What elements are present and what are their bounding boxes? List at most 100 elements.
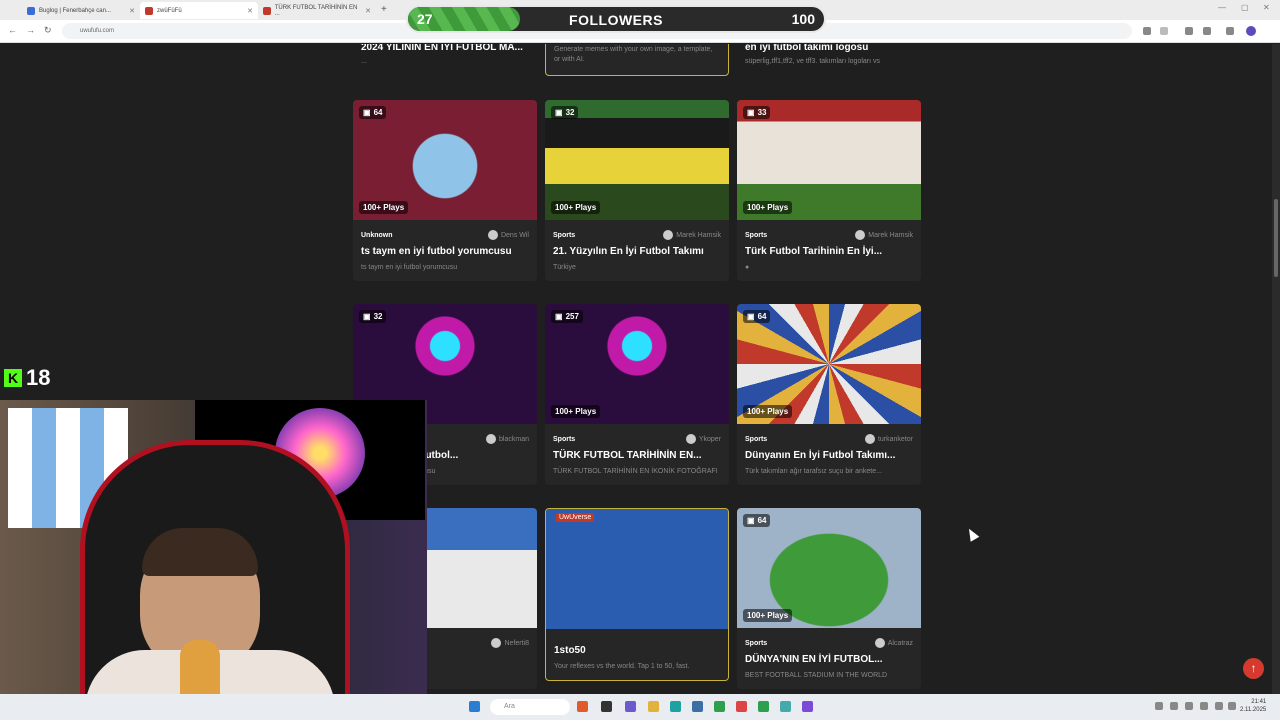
vote-count-pill: ▣ 64 [743,514,771,527]
card-author[interactable]: Marek Hamsik [855,230,913,240]
card-title: 21. Yüzyılın En İyi Futbol Takımı [553,246,704,257]
sidepanel-icon[interactable] [1203,27,1211,35]
wifi-icon[interactable] [1215,702,1223,710]
card-author[interactable]: Ykoper [685,434,721,444]
taskbar-app-icon[interactable] [780,701,791,712]
new-tab-button[interactable]: + [381,4,387,15]
game-card[interactable]: UwUverse 1sto50 Your reflexes vs the world… [545,508,729,681]
card-author[interactable]: Alcatraz [874,638,913,648]
webcam-overlay [0,400,427,720]
card-category: Sports [553,231,576,239]
card-thumbnail: ▣ 64 100+ Plays [737,304,921,424]
user-avatar-icon [486,434,497,444]
vote-count-pill: ▣ 32 [359,310,387,323]
plays-badge: 100+ Plays [359,201,409,214]
card-author[interactable]: Marek Hamsik [663,230,721,240]
vote-count-pill: ▣ 32 [551,106,579,119]
game-card[interactable]: ▣ 257 100+ Plays Sports Ykoper TÜRK FUTBOL TA… [545,304,729,485]
download-icon[interactable] [1226,27,1234,35]
cards-stack-icon: ▣ [747,312,755,321]
uwuverse-badge: UwUverse [556,513,595,522]
card-category: Sports [745,231,768,239]
close-tab-icon[interactable]: ✕ [129,7,135,15]
card-thumbnail: ▣ 64 100+ Plays [353,100,537,220]
minimize-icon[interactable]: — [1218,3,1226,12]
card-title: TÜRK FUTBOL TARİHİNİN EN... [553,450,702,461]
game-card[interactable]: ▣ 64 100+ Plays Sports Alcatraz DÜNYA'NIN EN … [737,508,921,689]
card-description: BEST FOOTBALL STADIUM IN THE WORLD [745,672,888,679]
user-avatar-icon [487,230,498,240]
game-card[interactable]: ▣ 64 100+ Plays Unknown Dens Wil ts taym en i… [353,100,537,281]
card-category: Sports [745,435,768,443]
plays-badge: 100+ Plays [743,405,793,418]
tray-chevron-icon[interactable] [1155,702,1163,710]
browser-tab-1[interactable]: Buglog | Fenerbahçe can... ✕ [22,2,140,19]
kick-viewer-count: 18 [26,365,51,390]
user-avatar-icon [685,434,696,444]
card-author[interactable]: Dens Wil [487,230,529,240]
close-tab-icon[interactable]: ✕ [247,7,253,15]
scrollbar-thumb[interactable] [1274,199,1278,277]
taskbar-app-icon[interactable] [758,701,769,712]
followers-label: FOLLOWERS [569,12,663,28]
card-meta: Unknown Dens Wil [353,220,537,240]
card-meta: Sports Marek Hamsik [737,220,921,240]
taskbar-clock[interactable]: 21:41 2.11.2025 [1240,698,1266,714]
followers-goal-bar: 27 FOLLOWERS 100 [406,5,826,33]
folder-icon[interactable] [648,701,659,712]
close-tab-icon[interactable]: ✕ [365,7,371,15]
scrollbar[interactable] [1272,44,1280,694]
card-author[interactable]: turkanketor [864,434,913,444]
taskbar-app-icon[interactable] [625,701,636,712]
profile-avatar[interactable] [1246,26,1256,36]
chrome-icon[interactable] [736,701,747,712]
taskbar-search-input[interactable]: Ara [490,699,570,715]
browser-tab-2[interactable]: zwüFüFü ✕ [140,2,258,19]
card-category: Sports [553,435,576,443]
browser-tab-3[interactable]: TÜRK FUTBOL TARİHİNİN EN ... ✕ [258,2,376,19]
card-author[interactable]: blackman [486,434,529,444]
tray-app-icon[interactable] [1200,702,1208,710]
back-icon[interactable]: ← [8,25,17,35]
volume-icon[interactable] [1228,702,1236,710]
discord-icon[interactable] [802,701,813,712]
cards-stack-icon: ▣ [363,312,371,321]
close-window-icon[interactable]: ✕ [1263,3,1270,12]
bookmark-star-icon[interactable] [1160,27,1168,35]
windows-start-icon[interactable] [469,701,480,712]
forward-icon[interactable]: → [26,25,35,35]
reload-icon[interactable]: ↻ [44,25,52,36]
maximize-icon[interactable]: ▢ [1241,3,1249,12]
taskbar-app-icon[interactable] [714,701,725,712]
scroll-top-button[interactable]: ↑ [1243,658,1264,679]
taskbar-app-icon[interactable] [577,701,588,712]
card-description: TÜRK FUTBOL TARİHİNİN EN İKONİK FOTOĞRAF… [553,468,718,475]
cards-stack-icon: ▣ [555,312,563,321]
card-partial-3[interactable]: en iyi futbol takımı logosu süperlig,tff… [737,44,921,72]
user-avatar-icon [855,230,866,240]
card-thumbnail: ▣ 257 100+ Plays [545,304,729,424]
game-card[interactable]: ▣ 33 100+ Plays Sports Marek Hamsik Türk Futb… [737,100,921,281]
card-author[interactable]: Neferti8 [491,638,529,648]
cards-stack-icon: ▣ [555,108,563,117]
card-partial-2[interactable]: Generate memes with your own image, a te… [545,44,729,76]
taskbar-app-icon[interactable] [601,701,612,712]
game-card[interactable]: ▣ 32 100+ Plays Sports Marek Hamsik 21. Yüzyı… [545,100,729,281]
card-thumbnail: ▣ 32 100+ Plays [545,100,729,220]
tray-app-icon[interactable] [1170,702,1178,710]
game-card[interactable]: ▣ 64 100+ Plays Sports turkanketor Dünyanın E… [737,304,921,485]
taskbar-app-icon[interactable] [692,701,703,712]
card-meta [546,629,728,639]
user-avatar-icon [874,638,885,648]
tab-favicon-icon [27,6,35,15]
translate-icon[interactable] [1143,27,1151,35]
card-thumbnail: UwUverse [546,509,728,629]
tab-favicon-icon [145,6,153,15]
vote-count-pill: ▣ 64 [743,310,771,323]
extensions-icon[interactable] [1185,27,1193,35]
card-title: ts taym en iyi futbol yorumcusu [361,246,512,257]
kick-icon: K [4,369,22,387]
tray-app-icon[interactable] [1185,702,1193,710]
card-partial-1[interactable]: 2024 YILININ EN İYİ FUTBOL MA... ... [353,44,537,72]
edge-icon[interactable] [670,701,681,712]
